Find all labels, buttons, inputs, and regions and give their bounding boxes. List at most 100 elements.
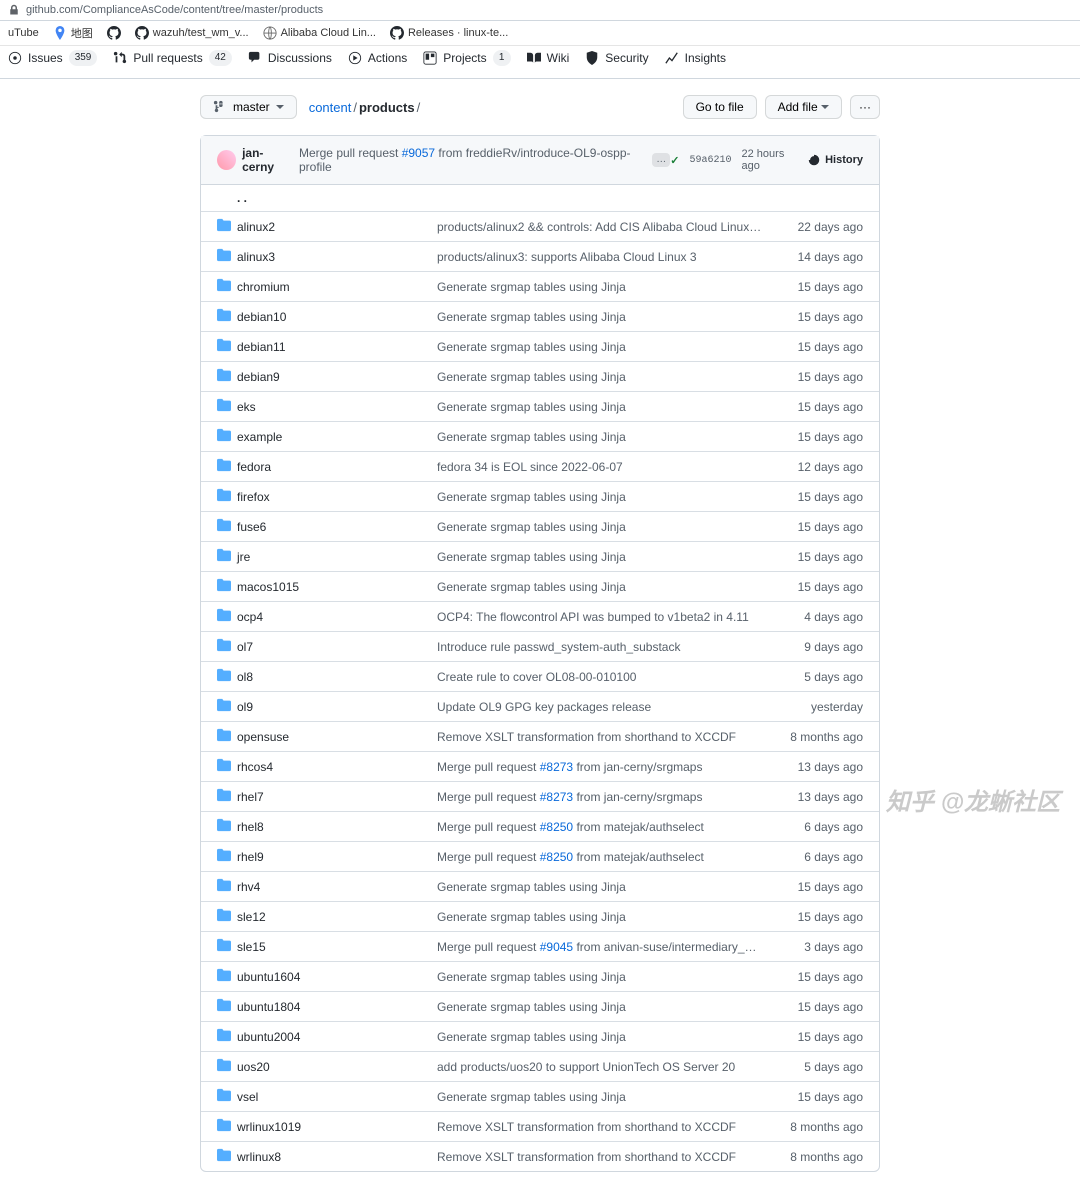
commit-expand-button[interactable]: … (652, 153, 670, 167)
file-commit-msg[interactable]: Remove XSLT transformation from shorthan… (437, 730, 763, 744)
breadcrumb-root[interactable]: content (309, 100, 352, 115)
file-commit-msg[interactable]: Generate srgmap tables using Jinja (437, 970, 763, 984)
file-commit-msg[interactable]: Generate srgmap tables using Jinja (437, 340, 763, 354)
file-commit-msg[interactable]: Generate srgmap tables using Jinja (437, 880, 763, 894)
file-commit-msg[interactable]: Update OL9 GPG key packages release (437, 700, 763, 714)
file-name-link[interactable]: jre (237, 550, 250, 564)
file-name-link[interactable]: alinux3 (237, 250, 275, 264)
author-avatar[interactable] (217, 150, 236, 170)
nav-security[interactable]: Security (585, 51, 648, 65)
nav-discussions[interactable]: Discussions (248, 51, 332, 65)
commit-message[interactable]: Merge pull request #9057 from freddieRv/… (299, 146, 646, 174)
file-commit-time: 13 days ago (763, 760, 863, 774)
file-name-link[interactable]: example (237, 430, 282, 444)
file-name-link[interactable]: debian11 (237, 340, 286, 354)
file-commit-msg[interactable]: Merge pull request #8250 from matejak/au… (437, 820, 763, 834)
file-commit-time: yesterday (763, 700, 863, 714)
file-name-link[interactable]: fuse6 (237, 520, 266, 534)
file-name-link[interactable]: firefox (237, 490, 270, 504)
history-link[interactable]: History (807, 153, 863, 167)
file-commit-msg[interactable]: Generate srgmap tables using Jinja (437, 310, 763, 324)
branch-selector[interactable]: master (200, 95, 297, 119)
file-name-link[interactable]: rhel7 (237, 790, 264, 804)
file-name-link[interactable]: rhv4 (237, 880, 260, 894)
parent-directory-link[interactable]: . . (201, 185, 879, 212)
file-commit-time: 15 days ago (763, 580, 863, 594)
file-name-link[interactable]: rhel8 (237, 820, 264, 834)
nav-issues[interactable]: Issues359 (8, 50, 97, 66)
more-options-button[interactable]: ··· (850, 95, 880, 119)
checks-status-icon[interactable]: ✓ (670, 154, 679, 167)
file-commit-time: 13 days ago (763, 790, 863, 804)
folder-icon (217, 1118, 231, 1132)
commit-author[interactable]: jan-cerny (242, 146, 293, 174)
file-commit-msg[interactable]: Generate srgmap tables using Jinja (437, 1030, 763, 1044)
file-name-link[interactable]: sle12 (237, 910, 266, 924)
nav-projects[interactable]: Projects1 (423, 50, 510, 66)
nav-insights[interactable]: Insights (665, 51, 726, 65)
bookmark-maps[interactable]: 地图 (53, 25, 93, 41)
file-commit-msg[interactable]: Remove XSLT transformation from shorthan… (437, 1120, 763, 1134)
file-name-link[interactable]: sle15 (237, 940, 266, 954)
file-commit-msg[interactable]: Merge pull request #8273 from jan-cerny/… (437, 760, 763, 774)
goto-file-button[interactable]: Go to file (683, 95, 757, 119)
file-name-link[interactable]: chromium (237, 280, 290, 294)
file-name-link[interactable]: wrlinux1019 (237, 1120, 301, 1134)
file-name-link[interactable]: eks (237, 400, 256, 414)
file-name-link[interactable]: ol9 (237, 700, 253, 714)
file-commit-msg[interactable]: Generate srgmap tables using Jinja (437, 430, 763, 444)
nav-pulls[interactable]: Pull requests42 (113, 50, 232, 66)
file-commit-time: 15 days ago (763, 550, 863, 564)
file-commit-msg[interactable]: Generate srgmap tables using Jinja (437, 580, 763, 594)
file-commit-msg[interactable]: Generate srgmap tables using Jinja (437, 1090, 763, 1104)
file-name-link[interactable]: rhcos4 (237, 760, 273, 774)
file-name-link[interactable]: ol8 (237, 670, 253, 684)
file-commit-msg[interactable]: Merge pull request #9045 from anivan-sus… (437, 940, 763, 954)
add-file-button[interactable]: Add file (765, 95, 842, 119)
file-commit-msg[interactable]: Generate srgmap tables using Jinja (437, 370, 763, 384)
folder-icon (217, 698, 231, 712)
file-commit-msg[interactable]: Generate srgmap tables using Jinja (437, 400, 763, 414)
file-commit-msg[interactable]: Generate srgmap tables using Jinja (437, 1000, 763, 1014)
file-commit-msg[interactable]: Merge pull request #8273 from jan-cerny/… (437, 790, 763, 804)
nav-wiki[interactable]: Wiki (527, 51, 570, 65)
file-commit-msg[interactable]: Generate srgmap tables using Jinja (437, 910, 763, 924)
bookmark-releases[interactable]: Releases · linux-te... (390, 26, 508, 40)
file-commit-msg[interactable]: Create rule to cover OL08-00-010100 (437, 670, 763, 684)
file-name-link[interactable]: ubuntu1804 (237, 1000, 300, 1014)
file-commit-msg[interactable]: OCP4: The flowcontrol API was bumped to … (437, 610, 763, 624)
file-commit-msg[interactable]: Generate srgmap tables using Jinja (437, 520, 763, 534)
file-name-link[interactable]: vsel (237, 1090, 258, 1104)
commit-sha[interactable]: 59a6210 (690, 155, 732, 166)
file-commit-msg[interactable]: Generate srgmap tables using Jinja (437, 280, 763, 294)
file-name-link[interactable]: wrlinux8 (237, 1150, 281, 1164)
file-commit-msg[interactable]: Merge pull request #8250 from matejak/au… (437, 850, 763, 864)
nav-actions[interactable]: Actions (348, 51, 407, 65)
file-name-link[interactable]: debian9 (237, 370, 280, 384)
file-row: ol9 Update OL9 GPG key packages releaseye… (201, 692, 879, 722)
file-commit-msg[interactable]: Introduce rule passwd_system-auth_substa… (437, 640, 763, 654)
file-name-link[interactable]: rhel9 (237, 850, 264, 864)
file-commit-msg[interactable]: add products/uos20 to support UnionTech … (437, 1060, 763, 1074)
bookmark-wazuh[interactable]: wazuh/test_wm_v... (135, 26, 249, 40)
file-name-link[interactable]: debian10 (237, 310, 286, 324)
file-name-link[interactable]: fedora (237, 460, 271, 474)
url-text[interactable]: github.com/ComplianceAsCode/content/tree… (26, 4, 323, 16)
file-commit-msg[interactable]: products/alinux2 && controls: Add CIS Al… (437, 220, 763, 234)
bookmark-alibaba[interactable]: Alibaba Cloud Lin... (263, 26, 376, 40)
file-commit-msg[interactable]: Remove XSLT transformation from shorthan… (437, 1150, 763, 1164)
file-commit-msg[interactable]: Generate srgmap tables using Jinja (437, 490, 763, 504)
file-name-link[interactable]: uos20 (237, 1060, 270, 1074)
file-name-link[interactable]: ubuntu1604 (237, 970, 300, 984)
file-commit-msg[interactable]: Generate srgmap tables using Jinja (437, 550, 763, 564)
file-name-link[interactable]: ubuntu2004 (237, 1030, 300, 1044)
bookmark-github[interactable] (107, 26, 121, 40)
file-name-link[interactable]: macos1015 (237, 580, 299, 594)
bookmark-youtube[interactable]: uTube (8, 27, 39, 39)
file-name-link[interactable]: opensuse (237, 730, 289, 744)
file-commit-msg[interactable]: products/alinux3: supports Alibaba Cloud… (437, 250, 763, 264)
file-name-link[interactable]: ol7 (237, 640, 253, 654)
file-name-link[interactable]: ocp4 (237, 610, 263, 624)
file-commit-msg[interactable]: fedora 34 is EOL since 2022-06-07 (437, 460, 763, 474)
file-name-link[interactable]: alinux2 (237, 220, 275, 234)
